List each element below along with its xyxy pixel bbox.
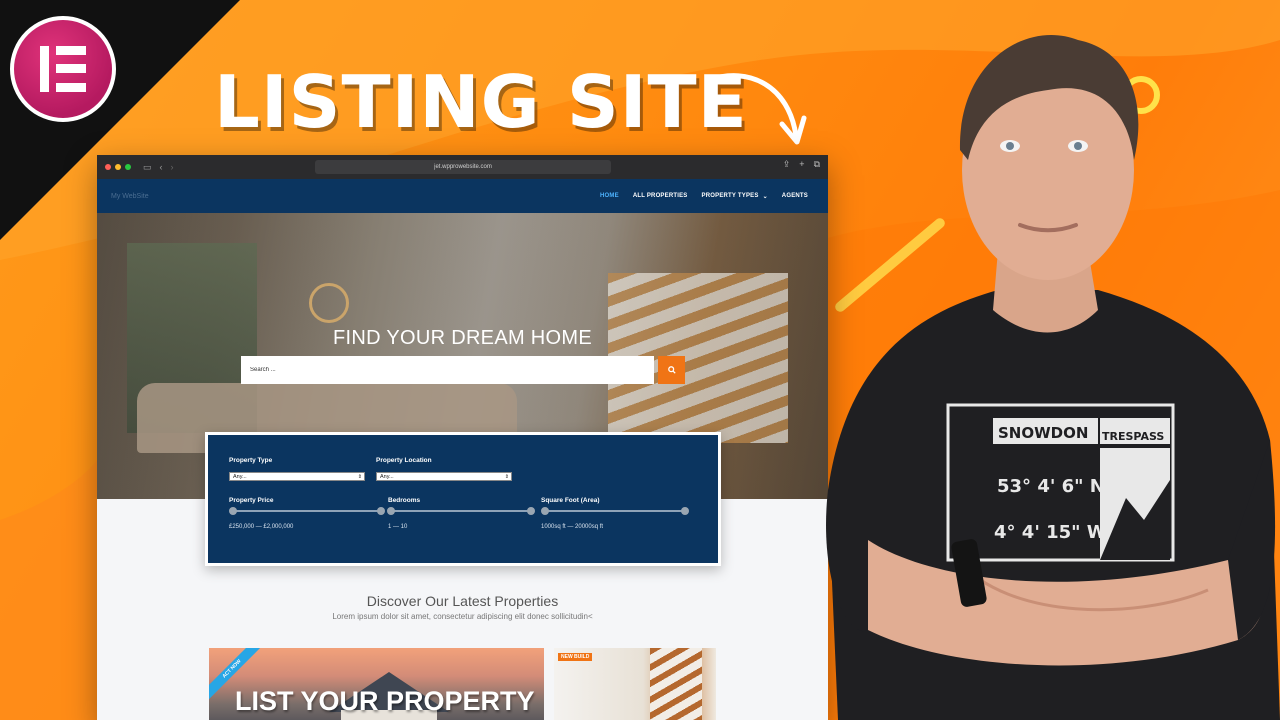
- thumbnail-headline: LISTING SITE: [214, 60, 748, 144]
- hero-image-clock: [309, 283, 349, 323]
- price-range: £250,000 — £2,000,000: [229, 524, 294, 530]
- back-icon[interactable]: ‹: [160, 162, 163, 172]
- property-location-label: Property Location: [376, 457, 432, 464]
- select-arrows-icon: ⇕: [357, 473, 362, 480]
- elementor-logo: [10, 16, 116, 122]
- minimize-window-button[interactable]: [115, 164, 121, 170]
- maximize-window-button[interactable]: [125, 164, 131, 170]
- elementor-e-icon: [40, 46, 86, 92]
- browser-toolbar: ▭ ‹ › jet.wpprowebsite.com ⇪ + ⧉: [97, 155, 828, 179]
- price-label: Property Price: [229, 497, 274, 504]
- chevron-down-icon: ⌄: [762, 193, 768, 200]
- share-icon[interactable]: ⇪: [783, 159, 791, 170]
- bedrooms-slider[interactable]: [387, 507, 535, 515]
- sidebar-toggle-icon[interactable]: ▭: [143, 162, 152, 173]
- shirt-longitude-text: 4° 4' 15" W: [994, 522, 1107, 543]
- presenter-photo: [826, 34, 1280, 720]
- area-min-handle[interactable]: [541, 507, 549, 515]
- shirt-brand-text: TRESPASS: [1102, 430, 1165, 443]
- property-location-value: Any...: [380, 473, 394, 480]
- bedrooms-min-handle[interactable]: [387, 507, 395, 515]
- hero-search: [241, 356, 685, 384]
- hero-title: FIND YOUR DREAM HOME: [333, 327, 592, 349]
- nav-all-properties[interactable]: ALL PROPERTIES: [633, 193, 688, 200]
- new-build-card[interactable]: NEW BUILD: [554, 648, 716, 720]
- new-build-badge: NEW BUILD: [558, 653, 593, 661]
- price-min-handle[interactable]: [229, 507, 237, 515]
- price-max-handle[interactable]: [377, 507, 385, 515]
- price-slider[interactable]: [229, 507, 385, 515]
- bedrooms-range: 1 — 10: [388, 524, 408, 530]
- property-type-value: Any...: [233, 473, 247, 480]
- search-icon: [667, 366, 676, 374]
- shirt-latitude-text: 53° 4' 6" N: [997, 476, 1105, 497]
- close-window-button[interactable]: [105, 164, 111, 170]
- shirt-mountain-text: SNOWDON: [998, 424, 1089, 442]
- list-property-card[interactable]: ACT NOW LIST YOUR PROPERTY: [209, 648, 544, 720]
- new-tab-icon[interactable]: +: [799, 159, 804, 170]
- property-type-select[interactable]: Any... ⇕: [229, 472, 365, 481]
- address-bar-url: jet.wpprowebsite.com: [434, 164, 492, 170]
- nav-property-types[interactable]: PROPERTY TYPES ⌄: [702, 193, 768, 200]
- forward-icon[interactable]: ›: [171, 162, 174, 172]
- select-arrows-icon: ⇕: [504, 473, 509, 480]
- browser-window: ▭ ‹ › jet.wpprowebsite.com ⇪ + ⧉ My WebS…: [97, 155, 828, 720]
- bedrooms-label: Bedrooms: [388, 497, 421, 504]
- nav-property-types-label: PROPERTY TYPES: [701, 192, 759, 199]
- area-max-handle[interactable]: [681, 507, 689, 515]
- nav-links: HOME ALL PROPERTIES PROPERTY TYPES ⌄ AGE…: [600, 193, 808, 200]
- property-type-label: Property Type: [229, 457, 273, 464]
- latest-properties-subtitle: Lorem ipsum dolor sit amet, consectetur …: [332, 612, 593, 621]
- nav-agents[interactable]: AGENTS: [782, 193, 808, 200]
- property-location-select[interactable]: Any... ⇕: [376, 472, 512, 481]
- area-slider[interactable]: [541, 507, 689, 515]
- site-navbar: My WebSite HOME ALL PROPERTIES PROPERTY …: [97, 179, 828, 213]
- list-property-title: LIST YOUR PROPERTY: [235, 686, 535, 716]
- nav-home[interactable]: HOME: [600, 193, 619, 200]
- search-button[interactable]: [658, 356, 685, 384]
- bedrooms-max-handle[interactable]: [527, 507, 535, 515]
- area-label: Square Foot (Area): [541, 497, 600, 504]
- site-name[interactable]: My WebSite: [111, 193, 149, 200]
- search-input[interactable]: [241, 356, 654, 384]
- staircase-image: [650, 648, 702, 720]
- address-bar[interactable]: jet.wpprowebsite.com: [315, 160, 611, 174]
- area-range: 1000sq ft — 20000sq ft: [541, 524, 604, 530]
- property-filter-panel: Property Type Any... ⇕ Property Location…: [205, 432, 721, 566]
- latest-properties-title: Discover Our Latest Properties: [366, 593, 559, 609]
- curved-arrow-icon: [706, 73, 807, 145]
